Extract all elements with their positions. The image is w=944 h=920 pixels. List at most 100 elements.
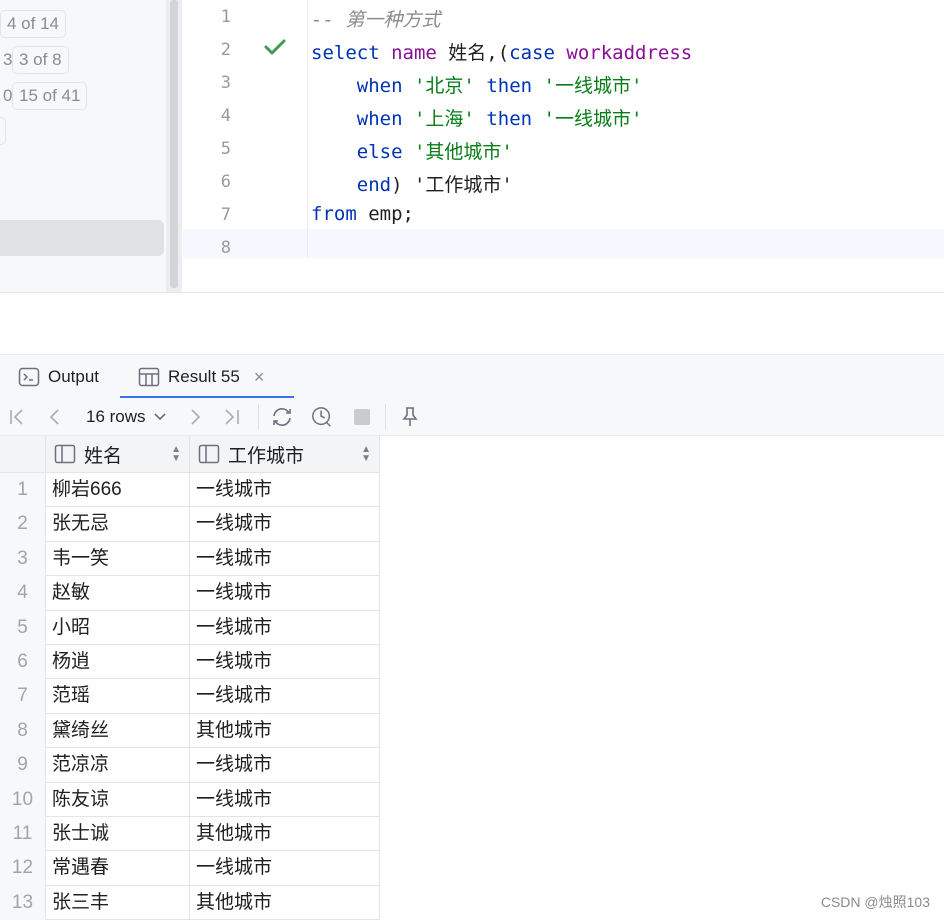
count-badge: 4 of 14 [0,10,66,38]
sort-icon[interactable]: ▲ ▼ [361,445,371,464]
count-badge-text: 4 of 14 [7,14,59,33]
table-cell-city[interactable]: 一线城市 [190,576,380,611]
code-line[interactable]: select name 姓名,(case workaddress [311,38,692,65]
code-token: '上海' [413,108,475,130]
table-cell-name[interactable]: 杨逍 [46,645,190,680]
code-token: then [486,108,544,130]
row-number: 1 [0,473,46,508]
column-icon [54,444,76,464]
row-number: 4 [0,576,46,611]
row-number: 13 [0,885,46,920]
table-cell-name[interactable]: 张三丰 [46,885,190,920]
table-cell-name[interactable]: 小昭 [46,610,190,645]
row-number: 3 [0,541,46,577]
pin-icon[interactable] [400,406,420,428]
database-explorer-panel: 4 of 14 3 3 of 8 0 15 of 41 [0,0,182,292]
code-token: select [311,42,392,64]
tab-output[interactable]: Output [18,355,99,399]
left-scrollbar[interactable] [166,0,182,292]
toolbar-separator [385,404,386,430]
code-line[interactable]: when '北京' then '一线城市' [311,71,643,98]
code-line[interactable]: end) '工作城市' [311,170,513,197]
tab-output-label: Output [48,367,100,386]
line-number: 2 [220,40,231,60]
current-line-highlight [183,229,944,258]
last-page-icon[interactable] [222,406,242,428]
column-header[interactable]: 工作城市 ▲ ▼ [190,436,380,473]
code-line[interactable]: from emp; [311,203,414,225]
table-cell-name[interactable]: 范凉凉 [46,748,190,783]
table-cell-city[interactable]: 其他城市 [190,885,380,920]
code-token: '其他城市' [413,141,513,163]
selected-tree-item[interactable] [0,220,164,256]
table-cell-city[interactable]: 一线城市 [190,851,380,886]
result-toolbar: 16 rows [0,398,944,436]
table-cell-name[interactable]: 张无忌 [46,507,190,542]
table-cell-city[interactable]: 其他城市 [190,713,380,749]
table-cell-city[interactable]: 一线城市 [190,473,380,508]
table-cell-name[interactable]: 陈友谅 [46,782,190,817]
table-cell-city[interactable]: 其他城市 [190,817,380,852]
table-cell-name[interactable]: 黛绮丝 [46,713,190,749]
code-line[interactable]: when '上海' then '一线城市' [311,104,643,131]
stop-icon[interactable] [352,406,372,428]
history-icon[interactable] [310,406,334,428]
line-number: 8 [220,238,231,258]
table-cell-city[interactable]: 一线城市 [190,645,380,680]
refresh-icon[interactable] [270,406,294,428]
close-icon[interactable]: × [254,367,265,388]
table-cell-city[interactable]: 一线城市 [190,782,380,817]
row-number: 7 [0,679,46,714]
rows-count-selector[interactable]: 16 rows [86,406,146,428]
previous-page-icon[interactable] [46,406,64,428]
chevron-down-icon[interactable] [152,406,168,428]
line-number: 5 [220,139,231,159]
code-token: case [509,42,567,64]
sql-editor[interactable]: 1 2 3 4 5 6 7 8 -- 第一种方式 select name 姓名,(case wo… [183,0,944,292]
column-header[interactable]: 姓名 ▲ ▼ [46,436,190,473]
table-cell-name[interactable]: 赵敏 [46,576,190,611]
code-token: ) '工作城市' [391,174,513,196]
table-icon [138,367,160,387]
count-badge [0,117,6,145]
line-number: 4 [220,106,231,126]
scrollbar-thumb[interactable] [170,0,178,288]
code-token: '北京' [413,75,475,97]
gutter-divider [307,0,308,258]
table-cell-city[interactable]: 一线城市 [190,748,380,783]
row-number: 5 [0,610,46,645]
table-cell-city[interactable]: 一线城市 [190,507,380,542]
table-cell-city[interactable]: 一线城市 [190,610,380,645]
editor-divider [0,292,944,293]
row-number: 12 [0,851,46,886]
sort-icon[interactable]: ▲ ▼ [171,445,181,464]
table-cell-city[interactable]: 一线城市 [190,679,380,714]
table-cell-name[interactable]: 韦一笑 [46,541,190,577]
line-number: 6 [220,172,231,192]
table-cell-city[interactable]: 一线城市 [190,541,380,577]
code-token: else [356,141,414,163]
table-cell-name[interactable]: 常遇春 [46,851,190,886]
ide-window: 4 of 14 3 3 of 8 0 15 of 41 12345678 -- … [0,0,944,920]
column-header-label: 工作城市 [228,445,305,467]
row-number: 6 [0,645,46,680]
tool-window-tabs: Output Result 55 × [0,354,944,399]
next-page-icon[interactable] [186,406,204,428]
code-line[interactable]: else '其他城市' [311,137,513,164]
first-page-icon[interactable] [8,406,26,428]
column-header-label: 姓名 [84,445,123,467]
column-icon [198,444,220,464]
table-cell-name[interactable]: 张士诚 [46,817,190,852]
code-line[interactable]: -- 第一种方式 [311,5,440,32]
table-cell-name[interactable]: 柳岩666 [46,473,190,508]
code-token: -- 第一种方式 [311,9,441,31]
code-token: '一线城市' [543,108,643,130]
tab-result[interactable]: Result 55 × [138,355,264,399]
row-number: 9 [0,748,46,783]
table-cell-name[interactable]: 范瑶 [46,679,190,714]
count-badge-text: 3 of 8 [19,50,62,69]
